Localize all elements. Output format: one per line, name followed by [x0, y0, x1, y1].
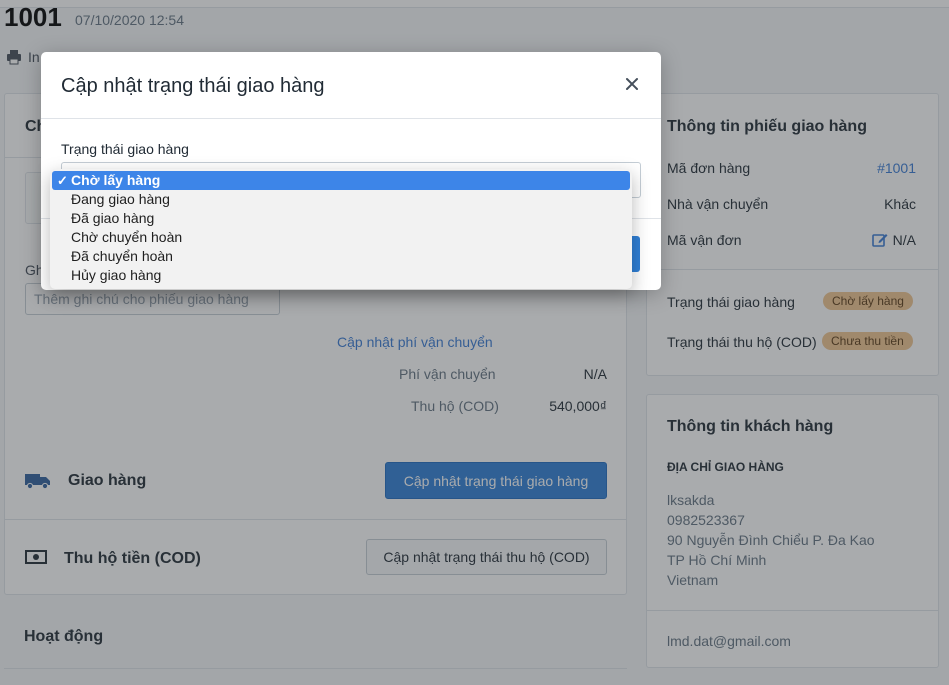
- dropdown-option[interactable]: Đang giao hàng: [50, 190, 632, 209]
- delivery-status-field-label: Trạng thái giao hàng: [61, 141, 189, 157]
- close-icon[interactable]: [623, 75, 641, 93]
- check-icon: ✓: [57, 173, 68, 188]
- dropdown-option[interactable]: ✓ Chờ lấy hàng: [52, 171, 630, 190]
- option-label: Chờ lấy hàng: [71, 172, 161, 188]
- divider: [41, 118, 661, 119]
- dropdown-option[interactable]: Đã chuyển hoàn: [50, 247, 632, 266]
- dropdown-option[interactable]: Hủy giao hàng: [50, 266, 632, 285]
- delivery-status-dropdown: ✓ Chờ lấy hàng Đang giao hàng Đã giao hà…: [50, 169, 632, 289]
- dropdown-option[interactable]: Đã giao hàng: [50, 209, 632, 228]
- dropdown-option[interactable]: Chờ chuyển hoàn: [50, 228, 632, 247]
- modal-title: Cập nhật trạng thái giao hàng: [61, 75, 325, 97]
